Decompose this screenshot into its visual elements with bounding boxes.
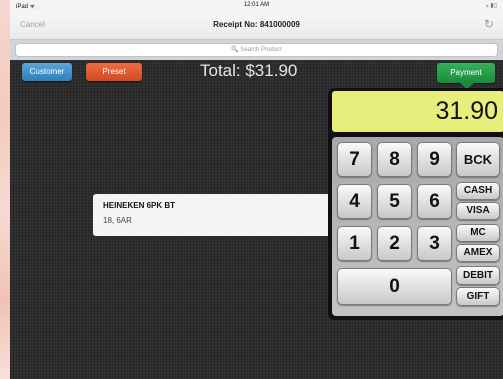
status-bar: iPad ᯤ 12:01 AM ⁎ ▮▯ xyxy=(10,0,503,11)
key-1[interactable]: 1 xyxy=(337,226,372,261)
key-7[interactable]: 7 xyxy=(337,142,372,177)
key-6[interactable]: 6 xyxy=(417,184,452,219)
preset-button[interactable]: Preset xyxy=(86,63,142,81)
status-time: 12:01 AM xyxy=(243,2,270,8)
search-bar: 🔍 Search Product xyxy=(10,40,503,60)
mc-button[interactable]: MC xyxy=(456,224,500,242)
payment-keypad: 31.90 7 8 9 BCK 4 5 6 CASH VISA 1 2 3 MC… xyxy=(328,88,503,320)
payment-button[interactable]: Payment xyxy=(437,63,495,83)
item-name: HEINEKEN 6PK BT xyxy=(103,201,176,210)
total-label: Total: $31.90 xyxy=(200,61,298,80)
amount-value: 31.90 xyxy=(435,97,498,125)
key-8[interactable]: 8 xyxy=(377,142,412,177)
refresh-icon[interactable]: ↻ xyxy=(484,17,494,31)
amex-button[interactable]: AMEX xyxy=(456,244,500,262)
visa-button[interactable]: VISA xyxy=(456,202,500,220)
keypad-panel: 7 8 9 BCK 4 5 6 CASH VISA 1 2 3 MC AMEX … xyxy=(332,137,503,316)
amount-display: 31.90 xyxy=(332,91,503,132)
key-0[interactable]: 0 xyxy=(337,268,452,305)
pos-screen: iPad ᯤ 12:01 AM ⁎ ▮▯ Cancel Receipt No: … xyxy=(10,0,503,379)
bck-button[interactable]: BCK xyxy=(456,142,500,177)
key-3[interactable]: 3 xyxy=(417,226,452,261)
status-battery: ⁎ ▮▯ xyxy=(485,3,497,9)
nav-bar: Cancel Receipt No: 841000009 ↻ xyxy=(10,11,503,40)
background-strip xyxy=(0,0,10,379)
receipt-title: Receipt No: 841000009 xyxy=(213,20,300,29)
search-input[interactable]: 🔍 Search Product xyxy=(15,43,498,57)
key-4[interactable]: 4 xyxy=(337,184,372,219)
gift-button[interactable]: GIFT xyxy=(456,287,500,306)
item-detail: 18, 6AR xyxy=(103,216,132,225)
customer-button[interactable]: Customer xyxy=(22,63,72,81)
list-item[interactable]: HEINEKEN 6PK BT 18, 6AR xyxy=(93,194,343,236)
key-5[interactable]: 5 xyxy=(377,184,412,219)
key-2[interactable]: 2 xyxy=(377,226,412,261)
cash-button[interactable]: CASH xyxy=(456,182,500,200)
debit-button[interactable]: DEBIT xyxy=(456,266,500,285)
key-9[interactable]: 9 xyxy=(417,142,452,177)
